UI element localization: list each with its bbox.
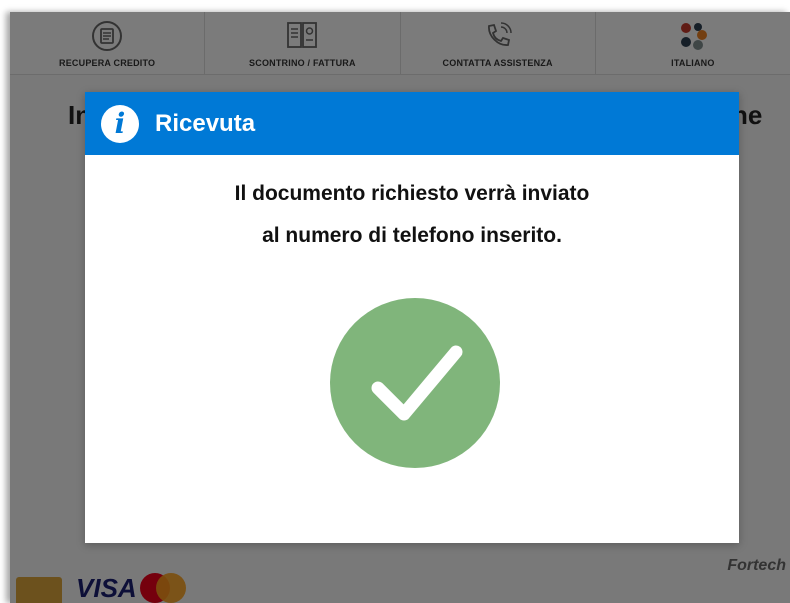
dialog-title: Ricevuta (155, 109, 256, 137)
dialog-message-line-1: Il documento richiesto verrà inviato (234, 182, 590, 205)
info-icon: i (101, 104, 139, 143)
dialog-header: i Ricevuta (85, 92, 739, 155)
kiosk-screen: RECUPERA CREDITO SCONTRINO / FATTURA CON… (10, 12, 790, 603)
dialog-message: Il documento richiesto verrà inviato al … (85, 173, 739, 257)
receipt-dialog: i Ricevuta Il documento richiesto verrà … (85, 92, 739, 543)
success-check-icon (330, 298, 500, 468)
dialog-message-line-2: al numero di telefono inserito. (262, 224, 562, 247)
